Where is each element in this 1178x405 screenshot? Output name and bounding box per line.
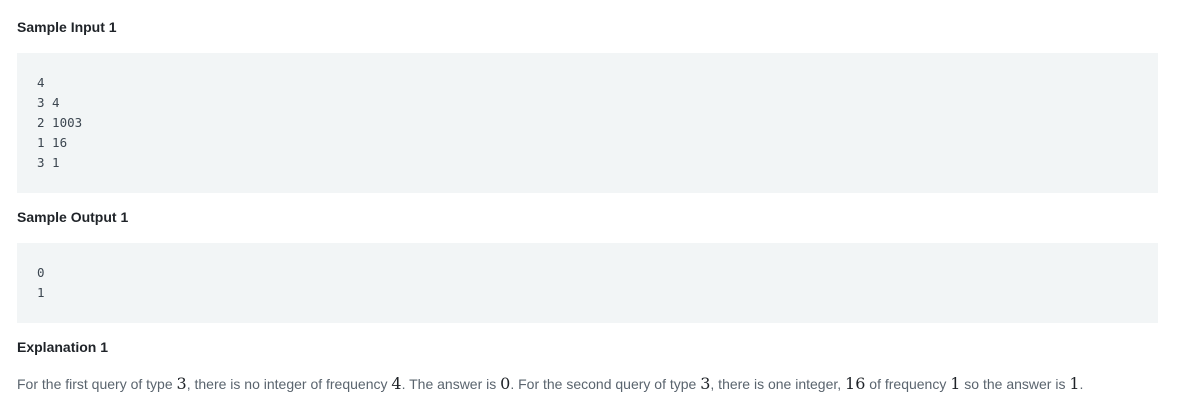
sample-input-line: 1 16: [37, 135, 68, 150]
explanation-text: For the first query of type 3, there is …: [17, 374, 1083, 394]
math-value: 0: [500, 374, 511, 393]
sample-output-line: 1: [37, 285, 45, 300]
explanation-text-segment: so the answer is: [960, 376, 1070, 392]
sample-output-code-block: 0 1: [17, 243, 1158, 323]
sample-input-line: 3 1: [37, 155, 60, 170]
sample-input-line: 4: [37, 75, 45, 90]
sample-input-code-block: 4 3 4 2 1003 1 16 3 1: [17, 53, 1158, 193]
math-value: 1: [950, 374, 961, 393]
math-value: 16: [845, 374, 866, 393]
math-value: 3: [176, 374, 187, 393]
explanation-text-segment: . The answer is: [401, 376, 501, 392]
sample-output-line: 0: [37, 265, 45, 280]
explanation-text-segment: For the first query of type: [17, 376, 177, 392]
math-value: 3: [700, 374, 711, 393]
explanation-text-segment: .: [1079, 376, 1084, 392]
explanation-text-segment: of frequency: [865, 376, 951, 392]
explanation-text-segment: , there is no integer of frequency: [186, 376, 392, 392]
sample-input-heading: Sample Input 1: [17, 19, 117, 35]
sample-input-line: 3 4: [37, 95, 60, 110]
sample-output-heading: Sample Output 1: [17, 209, 129, 225]
explanation-text-segment: . For the second query of type: [510, 376, 701, 392]
math-value: 1: [1069, 374, 1080, 393]
math-value: 4: [391, 374, 402, 393]
sample-input-line: 2 1003: [37, 115, 83, 130]
explanation-heading: Explanation 1: [17, 339, 109, 355]
explanation-text-segment: , there is one integer,: [710, 376, 846, 392]
